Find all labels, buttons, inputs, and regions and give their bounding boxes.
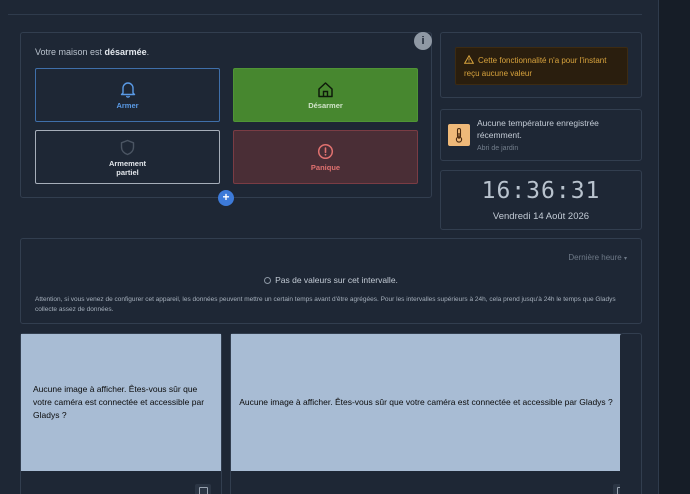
home-icon [318,82,333,98]
no-values-message: Pas de valeurs sur cet intervalle. [21,275,641,285]
arm-button-label: Armer [116,101,139,110]
sensor-chart-card: Dernière heure ▾ Pas de valeurs sur cet … [20,238,642,324]
empty-circle-icon [264,277,272,284]
chevron-down-icon: ▾ [623,256,627,262]
clock-date: Vendredi 14 Août 2026 [492,211,590,222]
period-dropdown[interactable]: Dernière heure ▾ [568,253,627,262]
alarm-status: Votre maison est désarmée. [35,47,149,57]
camera-placeholder: Aucune image à afficher. Êtes-vous sûr q… [21,334,221,471]
temperature-message: Aucune température enregistrée récemment… [477,118,599,140]
partial-arm-button[interactable]: Armement partiel [35,130,220,184]
alarm-status-value: désarmée [104,47,147,57]
temperature-card: Aucune température enregistrée récemment… [440,109,642,161]
warning-text: Cette fonctionnalité n'a pour l'instant … [464,56,607,78]
alert-circle-icon [317,143,334,160]
camera-message: Aucune image à afficher. Êtes-vous sûr q… [239,397,613,407]
partial-arm-button-label: Armement partiel [108,159,147,177]
clock-time: 16:36:31 [481,178,601,204]
shield-icon [120,139,135,156]
right-scroll-area[interactable] [658,0,690,494]
aggregation-notice: Attention, si vous venez de configurer c… [35,296,616,313]
clock-card: 16:36:31 Vendredi 14 Août 2026 [440,170,642,230]
panic-button-label: Panique [310,163,341,172]
panic-button[interactable]: Panique [233,130,418,184]
warning-alert: Cette fonctionnalité n'a pour l'instant … [455,47,628,85]
period-label: Dernière heure [568,253,622,262]
temperature-info: Aucune température enregistrée récemment… [477,117,637,155]
disarm-button[interactable]: Désarmer [233,68,418,122]
top-divider [8,14,642,15]
disarm-button-label: Désarmer [308,101,343,110]
camera-card: Aucune image à afficher. Êtes-vous sûr q… [20,333,222,494]
warning-triangle-icon [463,54,475,64]
alarm-status-suffix: . [146,47,150,57]
add-widget-button[interactable]: + [218,190,234,206]
warning-card: Cette fonctionnalité n'a pour l'instant … [440,32,642,98]
arm-button[interactable]: Armer [35,68,220,122]
temperature-room: Abri de jardin [477,145,519,152]
camera-placeholder: Aucune image à afficher. Êtes-vous sûr q… [231,334,621,471]
thermometer-icon [448,124,470,146]
alarm-status-prefix: Votre maison est [35,47,105,57]
camera-card: Aucune image à afficher. Êtes-vous sûr q… [230,333,629,494]
camera-message: Aucune image à afficher. Êtes-vous sûr q… [33,384,205,420]
info-icon[interactable]: i [414,32,432,50]
bell-icon [120,82,135,98]
camera-icon[interactable] [195,484,211,494]
alarm-card: Votre maison est désarmée. i Armer Désar… [20,32,432,198]
camera-card-partial [620,333,642,494]
no-values-text: Pas de valeurs sur cet intervalle. [275,275,398,285]
